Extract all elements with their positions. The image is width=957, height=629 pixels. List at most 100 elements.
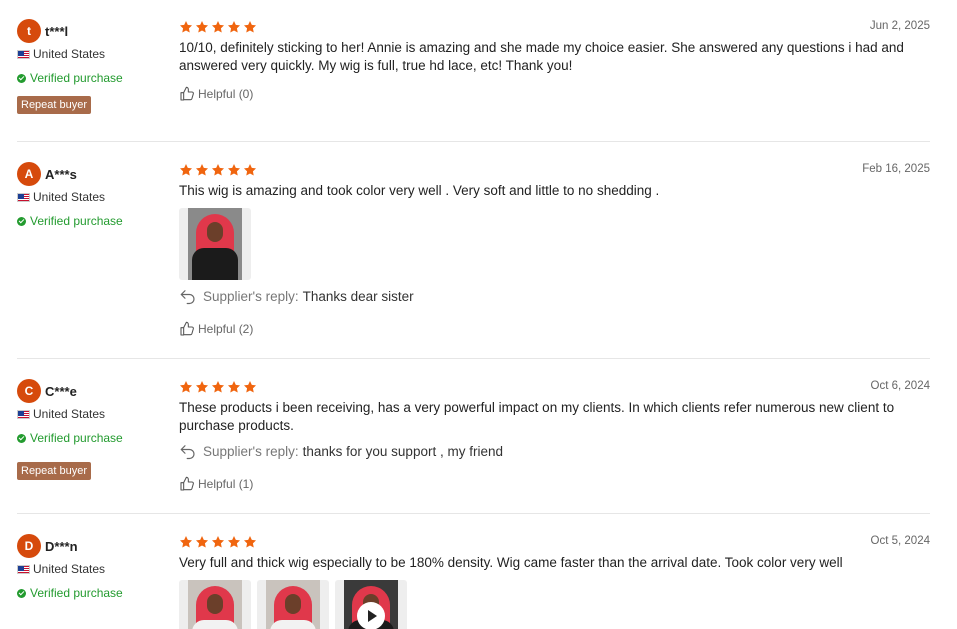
verified-label: Verified purchase bbox=[30, 431, 123, 445]
star-icon bbox=[227, 21, 241, 33]
review-video[interactable] bbox=[335, 580, 407, 629]
star-icon bbox=[227, 381, 241, 393]
verified-check-icon bbox=[17, 433, 26, 443]
star-icon bbox=[195, 536, 209, 548]
review-text: Very full and thick wig especially to be… bbox=[179, 555, 843, 570]
reviewer-country: United States bbox=[17, 190, 105, 204]
reply-arrow-icon bbox=[180, 290, 195, 305]
reviewer-name: t***l bbox=[45, 23, 69, 39]
country-label: United States bbox=[33, 407, 106, 421]
review-date: Jun 2, 2025 bbox=[869, 20, 930, 32]
flag-us-icon bbox=[17, 49, 30, 59]
star-icon bbox=[179, 21, 193, 33]
verified-purchase: Verified purchase bbox=[17, 586, 123, 600]
thumbs-up-icon bbox=[180, 86, 194, 101]
review-divider bbox=[17, 141, 930, 142]
star-icon bbox=[179, 381, 193, 393]
star-icon bbox=[211, 21, 225, 33]
supplier-reply: Supplier's reply: thanks for you support… bbox=[179, 442, 503, 460]
star-rating bbox=[179, 20, 259, 34]
helpful-count: Helpful (1) bbox=[198, 477, 254, 491]
review-photo[interactable] bbox=[257, 580, 329, 629]
verified-label: Verified purchase bbox=[30, 586, 123, 600]
review-media bbox=[179, 208, 257, 280]
star-icon bbox=[243, 536, 257, 548]
reviewer-country: United States bbox=[17, 47, 105, 61]
review-text: 10/10, definitely sticking to her! Annie… bbox=[179, 40, 904, 73]
avatar: C bbox=[17, 379, 41, 403]
wig-photo bbox=[188, 208, 242, 280]
flag-us-icon bbox=[17, 409, 30, 419]
supplier-reply-label: Supplier's reply: bbox=[203, 443, 299, 459]
star-icon bbox=[211, 536, 225, 548]
helpful-button[interactable]: Helpful (2) bbox=[179, 321, 253, 337]
reply-arrow-icon bbox=[180, 445, 195, 460]
star-icon bbox=[243, 381, 257, 393]
star-rating bbox=[179, 535, 259, 549]
reviewer-country: United States bbox=[17, 562, 105, 576]
avatar: t bbox=[17, 19, 41, 43]
verified-check-icon bbox=[17, 588, 26, 598]
wig-photo bbox=[188, 580, 242, 629]
star-icon bbox=[179, 164, 193, 176]
thumbs-up-icon bbox=[180, 476, 194, 491]
helpful-count: Helpful (2) bbox=[198, 322, 254, 336]
star-rating bbox=[179, 163, 259, 177]
review-divider bbox=[17, 358, 930, 359]
star-icon bbox=[227, 164, 241, 176]
reviewer-country: United States bbox=[17, 407, 105, 421]
review-date: Oct 5, 2024 bbox=[870, 535, 930, 547]
star-icon bbox=[243, 21, 257, 33]
star-icon bbox=[211, 381, 225, 393]
verified-purchase: Verified purchase bbox=[17, 71, 123, 85]
review-card: D D***n United States Verified purchase … bbox=[17, 534, 930, 629]
star-icon bbox=[195, 21, 209, 33]
star-icon bbox=[227, 536, 241, 548]
review-text: This wig is amazing and took color very … bbox=[179, 183, 660, 198]
review-text: These products i been receiving, has a v… bbox=[179, 400, 895, 433]
reviewer-info: C C***e United States Verified purchase … bbox=[17, 379, 167, 480]
review-date: Feb 16, 2025 bbox=[862, 163, 930, 175]
country-label: United States bbox=[33, 562, 106, 576]
repeat-buyer-badge: Repeat buyer bbox=[17, 462, 92, 480]
thumbs-up-icon bbox=[180, 321, 194, 336]
supplier-reply-text: Thanks dear sister bbox=[302, 288, 414, 304]
review-card: t t***l United States Verified purchase … bbox=[17, 19, 930, 123]
helpful-button[interactable]: Helpful (1) bbox=[179, 476, 253, 492]
verified-purchase: Verified purchase bbox=[17, 214, 123, 228]
avatar: A bbox=[17, 162, 41, 186]
star-icon bbox=[195, 381, 209, 393]
verified-label: Verified purchase bbox=[30, 214, 123, 228]
review-card: C C***e United States Verified purchase … bbox=[17, 379, 930, 499]
review-photo[interactable] bbox=[179, 580, 251, 629]
reviewer-info: D D***n United States Verified purchase bbox=[17, 534, 167, 600]
reviewer-info: t t***l United States Verified purchase … bbox=[17, 19, 167, 114]
reviewer-name: A***s bbox=[45, 166, 77, 182]
star-icon bbox=[195, 164, 209, 176]
verified-purchase: Verified purchase bbox=[17, 431, 123, 445]
star-rating bbox=[179, 380, 259, 394]
supplier-reply-label: Supplier's reply: bbox=[203, 288, 299, 304]
review-divider bbox=[17, 513, 930, 514]
review-photo[interactable] bbox=[179, 208, 251, 280]
verified-check-icon bbox=[17, 216, 26, 226]
flag-us-icon bbox=[17, 564, 30, 574]
helpful-button[interactable]: Helpful (0) bbox=[179, 86, 253, 102]
star-icon bbox=[243, 164, 257, 176]
country-label: United States bbox=[33, 47, 106, 61]
supplier-reply-text: thanks for you support , my friend bbox=[302, 443, 503, 459]
star-icon bbox=[179, 536, 193, 548]
review-media bbox=[179, 580, 413, 629]
reviewer-name: C***e bbox=[45, 383, 77, 399]
verified-label: Verified purchase bbox=[30, 71, 123, 85]
supplier-reply: Supplier's reply: Thanks dear sister bbox=[179, 287, 414, 305]
avatar: D bbox=[17, 534, 41, 558]
wig-photo bbox=[266, 580, 320, 629]
flag-us-icon bbox=[17, 192, 30, 202]
verified-check-icon bbox=[17, 73, 26, 83]
review-date: Oct 6, 2024 bbox=[870, 380, 930, 392]
country-label: United States bbox=[33, 190, 106, 204]
star-icon bbox=[211, 164, 225, 176]
reviewer-name: D***n bbox=[45, 538, 78, 554]
play-icon[interactable] bbox=[357, 602, 385, 629]
